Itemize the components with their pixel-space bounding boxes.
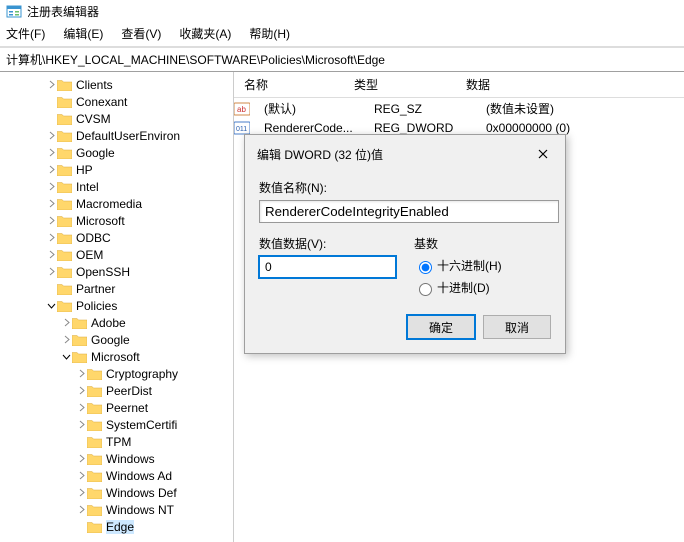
tree-label: Microsoft [91, 350, 140, 364]
tree-item-cvsm[interactable]: CVSM [45, 110, 233, 127]
tree-item-google[interactable]: Google [45, 144, 233, 161]
tree-item-syscert[interactable]: SystemCertifi [45, 416, 233, 433]
radix-dec-row[interactable]: 十进制(D) [414, 279, 502, 296]
tree-label: DefaultUserEnviron [76, 129, 180, 143]
list-pane: 名称 类型 数据 ab (默认) REG_SZ (数值未设置) 011 Rend… [234, 72, 684, 542]
svg-text:011: 011 [236, 126, 247, 133]
tree-item-winadv[interactable]: Windows Ad [45, 467, 233, 484]
tree-label: Adobe [91, 316, 126, 330]
tree-label: CVSM [76, 112, 111, 126]
tree-label: Edge [106, 520, 134, 534]
tree-label: OpenSSH [76, 265, 130, 279]
tree-label: Windows Ad [106, 469, 172, 483]
value-data-label: 数值数据(V): [259, 235, 414, 252]
dialog-title: 编辑 DWORD (32 位)值 [257, 146, 383, 163]
dialog-titlebar[interactable]: 编辑 DWORD (32 位)值 [245, 135, 565, 173]
value-name: (默认) [254, 99, 364, 118]
tree-item-hp[interactable]: HP [45, 161, 233, 178]
tree-label: OEM [76, 248, 103, 262]
tree-label: Conexant [76, 95, 127, 109]
tree-item-oem[interactable]: OEM [45, 246, 233, 263]
edit-dword-dialog: 编辑 DWORD (32 位)值 数值名称(N): 数值数据(V): 基数 十六… [244, 134, 566, 354]
col-type[interactable]: 类型 [344, 72, 456, 97]
tree-label: Macromedia [76, 197, 142, 211]
tree-item-partner[interactable]: Partner [45, 280, 233, 297]
value-type: REG_SZ [364, 101, 476, 117]
tree-label: Windows Def [106, 486, 177, 500]
tree-label: Google [76, 146, 115, 160]
title-bar: 注册表编辑器 [0, 0, 684, 23]
tree-item-policies[interactable]: Policies [45, 297, 233, 314]
tree-label: ODBC [76, 231, 111, 245]
menu-fav[interactable]: 收藏夹(A) [179, 25, 231, 42]
tree-item-clients[interactable]: Clients [45, 76, 233, 93]
tree-item-intel[interactable]: Intel [45, 178, 233, 195]
tree-item-peerdist[interactable]: PeerDist [45, 382, 233, 399]
tree-item-crypto[interactable]: Cryptography [45, 365, 233, 382]
value-data: (数值未设置) [476, 99, 684, 118]
tree-label: Cryptography [106, 367, 178, 381]
tree-item-edge[interactable]: Edge [45, 518, 233, 535]
window-title: 注册表编辑器 [27, 3, 99, 20]
value-data-input[interactable] [259, 256, 396, 278]
radix-dec-label: 十进制(D) [437, 279, 490, 296]
tree-label: Microsoft [76, 214, 125, 228]
tree-item-peernet[interactable]: Peernet [45, 399, 233, 416]
string-value-icon: ab [234, 102, 250, 116]
dword-value-icon: 011 [234, 121, 250, 135]
tree-item-defuser[interactable]: DefaultUserEnviron [45, 127, 233, 144]
list-header: 名称 类型 数据 [234, 72, 684, 98]
tree-item-adobe[interactable]: Adobe [45, 314, 233, 331]
value-name-label: 数值名称(N): [259, 179, 551, 196]
tree-label: Peernet [106, 401, 148, 415]
tree-item-windows[interactable]: Windows [45, 450, 233, 467]
menu-view[interactable]: 查看(V) [121, 25, 161, 42]
radix-label: 基数 [414, 235, 502, 252]
tree-label: Google [91, 333, 130, 347]
radix-hex-radio[interactable] [419, 261, 432, 274]
value-name-input[interactable] [259, 200, 559, 223]
menu-edit[interactable]: 编辑(E) [63, 25, 103, 42]
tree-item-macro[interactable]: Macromedia [45, 195, 233, 212]
tree-pane[interactable]: Clients Conexant CVSM DefaultUserEnviron Goo… [45, 72, 234, 542]
address-bar[interactable]: 计算机\HKEY_LOCAL_MACHINE\SOFTWARE\Policies… [0, 47, 684, 72]
tree-label: HP [76, 163, 93, 177]
tree-label: Intel [76, 180, 99, 194]
col-data[interactable]: 数据 [456, 72, 684, 97]
radix-hex-label: 十六进制(H) [437, 257, 502, 274]
menu-help[interactable]: 帮助(H) [249, 25, 290, 42]
tree-label: Policies [76, 299, 117, 313]
cancel-button[interactable]: 取消 [483, 315, 551, 339]
list-row[interactable]: ab (默认) REG_SZ (数值未设置) [234, 98, 684, 119]
tree-label: PeerDist [106, 384, 152, 398]
tree-item-openssh[interactable]: OpenSSH [45, 263, 233, 280]
radix-hex-row[interactable]: 十六进制(H) [414, 257, 502, 274]
tree-item-conexant[interactable]: Conexant [45, 93, 233, 110]
svg-text:ab: ab [237, 105, 246, 114]
tree-label: Partner [76, 282, 115, 296]
tree-label: Windows NT [106, 503, 174, 517]
tree-label: SystemCertifi [106, 418, 177, 432]
tree-label: TPM [106, 435, 131, 449]
tree-label: Windows [106, 452, 155, 466]
ok-button[interactable]: 确定 [407, 315, 475, 339]
close-button[interactable] [529, 143, 557, 165]
tree-item-winnt[interactable]: Windows NT [45, 501, 233, 518]
radix-dec-radio[interactable] [419, 283, 432, 296]
regedit-icon [6, 4, 22, 20]
tree-item-windef[interactable]: Windows Def [45, 484, 233, 501]
tree-item-odbc[interactable]: ODBC [45, 229, 233, 246]
tree-label: Clients [76, 78, 113, 92]
menu-file[interactable]: 文件(F) [6, 25, 45, 42]
tree-item-microsoft2[interactable]: Microsoft [45, 348, 233, 365]
menu-bar: 文件(F) 编辑(E) 查看(V) 收藏夹(A) 帮助(H) [0, 23, 684, 47]
tree-item-tpm[interactable]: TPM [45, 433, 233, 450]
col-name[interactable]: 名称 [234, 72, 344, 97]
tree-item-google2[interactable]: Google [45, 331, 233, 348]
tree-item-microsoft[interactable]: Microsoft [45, 212, 233, 229]
